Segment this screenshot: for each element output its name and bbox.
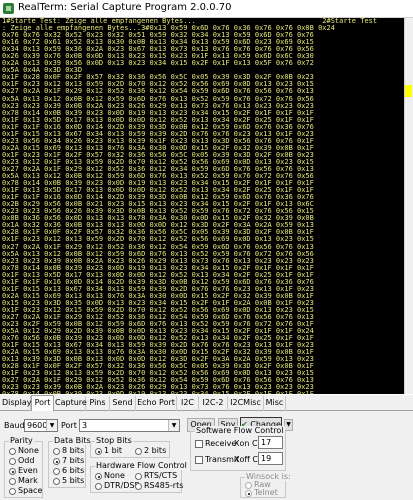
chevron-down-icon: ▼: [46, 420, 57, 431]
parity-even-label: Even: [18, 466, 38, 475]
transmit-checkbox[interactable]: [195, 456, 203, 464]
parity-mark-radio[interactable]: [9, 478, 16, 485]
data-bits-7-label: 7 bits: [62, 456, 85, 465]
tab-port[interactable]: Port: [31, 395, 54, 411]
title-bar: RealTerm: Serial Capture Program 2.0.0.7…: [0, 0, 413, 18]
baud-value: 9600: [27, 421, 48, 430]
port-label: Port: [61, 421, 77, 430]
winsock-telnet-label: Telnet: [254, 488, 278, 497]
data-bits-7-radio[interactable]: [53, 458, 60, 465]
parity-none-label: None: [18, 446, 39, 455]
chevron-down-icon: ▼: [168, 420, 179, 431]
port-value: 3: [82, 421, 88, 430]
flow-rts-cts-label: RTS/CTS: [144, 471, 178, 480]
tab-misc[interactable]: Misc: [264, 396, 286, 411]
parity-mark-label: Mark: [18, 476, 38, 485]
parity-space-label: Space: [18, 486, 43, 495]
tab-pins[interactable]: Pins: [86, 396, 110, 411]
stop-bits-group: Stop Bits 1 bit 2 bits: [90, 436, 170, 458]
stop-bits-1-label: 1 bit: [104, 446, 123, 455]
parity-odd-radio[interactable]: [9, 458, 16, 465]
data-bits-6-radio[interactable]: [53, 468, 60, 475]
parity-space-radio[interactable]: [9, 488, 16, 495]
data-bits-8-radio[interactable]: [53, 448, 60, 455]
data-bits-5-radio[interactable]: [53, 478, 60, 485]
flow-rs485-label: RS485-rts: [144, 481, 184, 490]
terminal-line: 0x78 0x14 0x0B 0x39 0x23 0x0D 0x19 0x13 …: [2, 391, 404, 394]
tab-echo-port[interactable]: Echo Port: [136, 396, 177, 411]
stop-bits-2-radio[interactable]: [135, 448, 142, 455]
software-flow-title: Software Flow Control: [195, 426, 285, 435]
tab-capture[interactable]: Capture: [55, 396, 87, 411]
terminal-scrollbar-thumb[interactable]: [405, 85, 412, 97]
data-bits-6-label: 6 bits: [62, 466, 85, 475]
winsock-raw-radio[interactable]: [245, 482, 252, 489]
parity-none-radio[interactable]: [9, 448, 16, 455]
terminal-scrollbar[interactable]: [404, 18, 413, 394]
parity-even-radio[interactable]: [9, 468, 16, 475]
baud-select[interactable]: 9600 ▼: [24, 419, 58, 432]
port-settings-panel: Baud 9600 ▼ Port 3 ▼ Open Spy ✔ Change ▼…: [0, 411, 413, 500]
tab-i2cmisc[interactable]: I2CMisc: [228, 396, 264, 411]
parity-title: Parity: [9, 436, 34, 445]
data-bits-5-label: 5 bits: [62, 476, 85, 485]
receive-label: Receive: [205, 439, 237, 448]
baud-label: Baud: [4, 421, 25, 430]
winsock-group: Winsock is: Raw Telnet: [240, 472, 292, 498]
terminal-output[interactable]: 1#Starte Test: Zeige alle empfangenen By…: [0, 18, 404, 394]
xoff-char-input[interactable]: 19: [258, 452, 283, 465]
tab-send[interactable]: Send: [110, 396, 136, 411]
flow-none-label: None: [104, 471, 125, 480]
data-bits-8-label: 8 bits: [62, 446, 85, 455]
realterm-app-icon: [3, 3, 14, 14]
hardware-flow-title: Hardware Flow Control: [95, 461, 188, 470]
flow-none-radio[interactable]: [95, 473, 102, 480]
data-bits-title: Data Bits: [53, 436, 92, 445]
data-bits-group: Data Bits 8 bits 7 bits 6 bits 5 bits: [48, 436, 92, 488]
parity-odd-label: Odd: [18, 456, 35, 465]
winsock-telnet-radio[interactable]: [245, 490, 252, 497]
tab-i2c[interactable]: I2C: [177, 396, 199, 411]
hardware-flow-group: Hardware Flow Control None RTS/CTS DTR/D…: [90, 461, 188, 493]
flow-dtr-dsr-radio[interactable]: [95, 483, 102, 490]
tab-i2c-2[interactable]: I2C-2: [199, 396, 228, 411]
software-flow-group: Software Flow Control Receive Xon Char: …: [190, 426, 286, 471]
stop-bits-title: Stop Bits: [95, 436, 133, 445]
stop-bits-1-radio[interactable]: [95, 448, 102, 455]
port-select[interactable]: 3 ▼: [79, 419, 180, 432]
stop-bits-2-label: 2 bits: [144, 446, 167, 455]
receive-checkbox[interactable]: [195, 440, 203, 448]
xon-char-input[interactable]: 17: [258, 436, 283, 449]
tab-display[interactable]: Display: [2, 396, 32, 411]
flow-rts-cts-radio[interactable]: [135, 473, 142, 480]
change-dropdown-button[interactable]: ▼: [284, 419, 293, 431]
window-title: RealTerm: Serial Capture Program 2.0.0.7…: [18, 2, 232, 13]
parity-group: Parity None Odd Even Mark Space: [4, 436, 43, 498]
flow-rs485-radio[interactable]: [135, 483, 142, 490]
tab-bar: Display Port Capture Pins Send Echo Port…: [0, 395, 413, 411]
chevron-down-icon: ▼: [286, 421, 291, 428]
